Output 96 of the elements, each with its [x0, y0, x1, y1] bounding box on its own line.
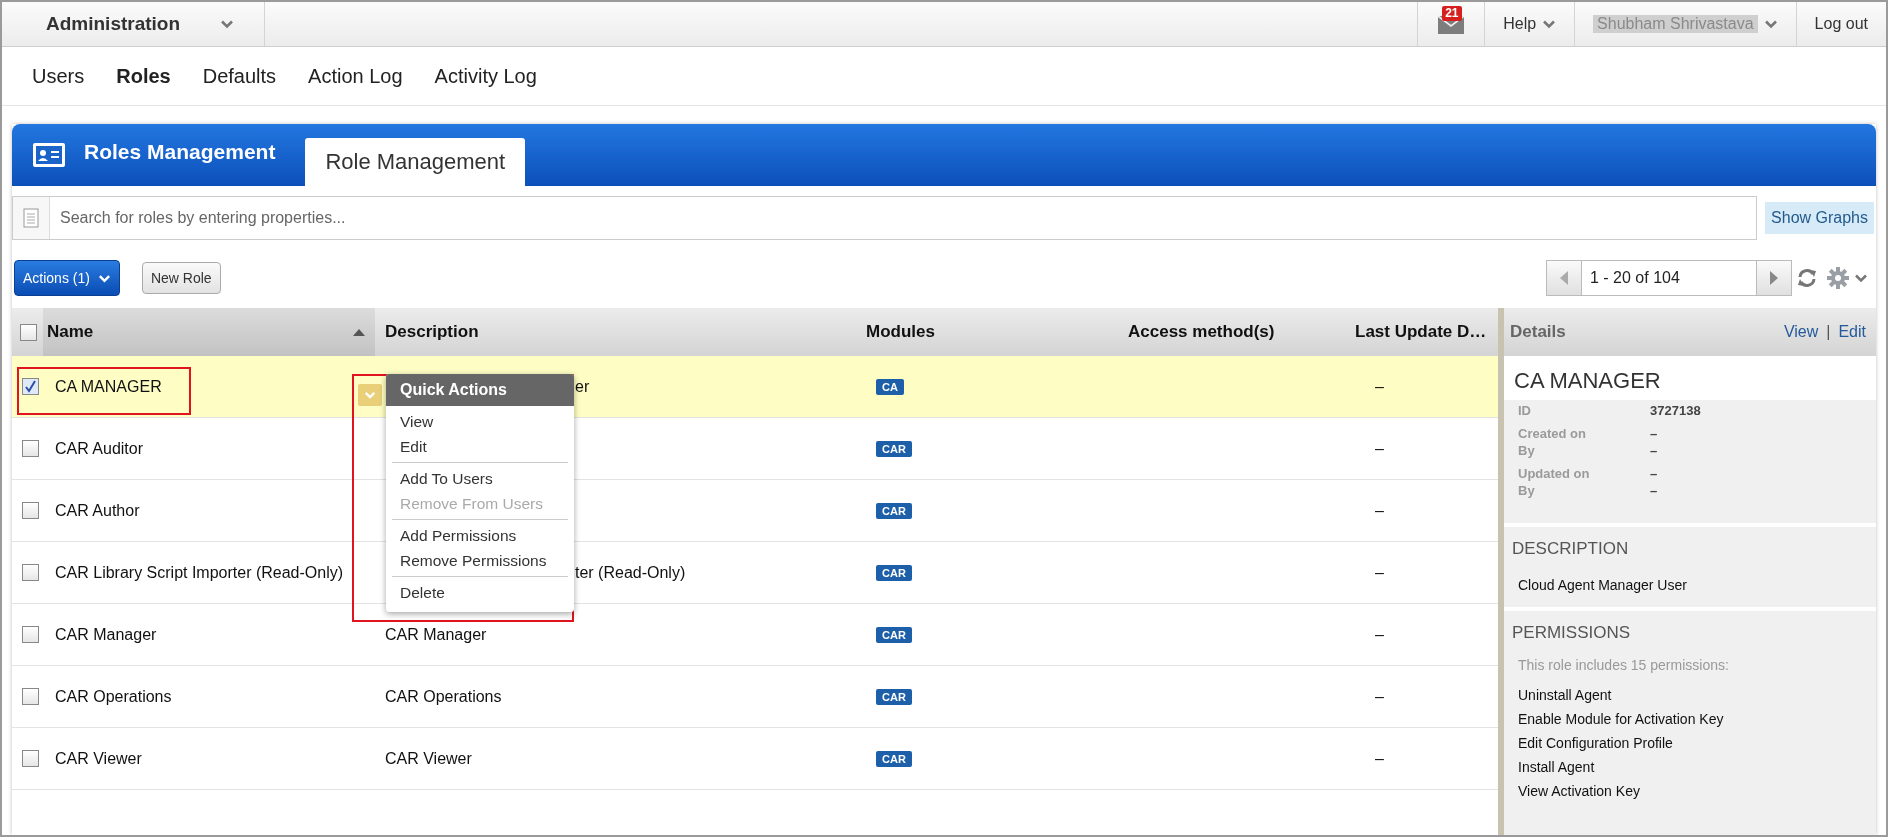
nav-tab[interactable]: Defaults: [186, 64, 293, 88]
table-cell: CAR Viewer: [55, 749, 142, 768]
select-all-checkbox[interactable]: [20, 323, 37, 341]
details-link[interactable]: View: [1783, 323, 1819, 341]
chevron-icon: [364, 389, 376, 401]
permission-item: Uninstall Agent: [1517, 686, 1613, 705]
new-role-button[interactable]: New Role: [141, 262, 221, 294]
row-checkbox[interactable]: [22, 626, 39, 643]
column-title: Name: [47, 322, 94, 342]
table-row[interactable]: CAR Manager CAR Manager CAR –: [12, 604, 1498, 666]
separator: |: [1826, 323, 1831, 341]
document-icon: [23, 208, 39, 228]
permission-item: Install Agent: [1517, 758, 1596, 777]
help-menu[interactable]: Help: [1484, 2, 1575, 46]
table-cell: CAR Author: [55, 501, 140, 520]
panel-title: Roles Management: [84, 140, 276, 165]
menu-item[interactable]: Remove Permissions: [392, 548, 568, 573]
table-cell: CAR Operations: [385, 687, 502, 706]
field-value: 3727138: [1650, 402, 1702, 419]
row-checkbox[interactable]: [22, 564, 39, 581]
row-checkbox[interactable]: [22, 378, 39, 395]
show-graphs-button[interactable]: Show Graphs: [1765, 202, 1874, 234]
previous-page-button[interactable]: [1546, 260, 1582, 296]
table-row[interactable]: CAR Viewer CAR Viewer CAR –: [12, 728, 1498, 790]
next-page-button[interactable]: [1756, 260, 1792, 296]
nav-tab[interactable]: Action Log: [292, 64, 419, 88]
section-heading: DESCRIPTION: [1512, 539, 1630, 559]
column-header[interactable]: Access method(s): [1128, 308, 1345, 356]
field-label: By: [1518, 442, 1536, 459]
table-cell: CAR Operations: [55, 687, 172, 706]
page-range-field[interactable]: 1 - 20 of 104: [1582, 260, 1756, 296]
table-cell: –: [1375, 501, 1384, 520]
table-cell: –: [1375, 439, 1384, 458]
triangle-right-icon: [1769, 271, 1779, 285]
field-label: ID: [1518, 402, 1532, 419]
details-title: Details: [1510, 322, 1566, 342]
field-label: By: [1518, 482, 1536, 499]
field-value: –: [1650, 425, 1659, 442]
nav-tab[interactable]: Roles: [100, 64, 187, 88]
permission-item: Enable Module for Activation Key: [1517, 710, 1725, 729]
module-tag: CAR: [876, 502, 912, 519]
app-switcher[interactable]: Administration: [2, 2, 266, 46]
row-checkbox[interactable]: [22, 750, 39, 767]
table-cell: CAR Manager: [385, 625, 487, 644]
table-cell: –: [1375, 563, 1384, 582]
permission-item: Edit Configuration Profile: [1517, 734, 1674, 753]
field-label: Updated on: [1518, 465, 1591, 482]
column-header[interactable]: Name: [43, 308, 375, 356]
menu-item[interactable]: Edit: [392, 434, 568, 459]
module-tag: CA: [876, 378, 904, 395]
module-tag: CAR: [876, 750, 912, 767]
permission-item: View Activation Key: [1517, 782, 1641, 801]
table-cell: CAR Viewer: [385, 749, 472, 768]
table-cell: CA MANAGER: [55, 377, 162, 396]
triangle-left-icon: [1559, 271, 1569, 285]
role-title: CA MANAGER: [1504, 356, 1876, 400]
description-text: Cloud Agent Manager User: [1517, 576, 1688, 595]
table-cell: CAR Manager: [55, 625, 157, 644]
module-tag: CAR: [876, 626, 912, 643]
section-heading: PERMISSIONS: [1512, 623, 1632, 643]
table-cell: –: [1375, 377, 1384, 396]
table-row[interactable]: CAR Operations CAR Operations CAR –: [12, 666, 1498, 728]
table-cell: ter (Read-Only): [575, 563, 686, 582]
row-checkbox[interactable]: [22, 688, 39, 705]
field-label: Created on: [1518, 425, 1587, 442]
field-value: –: [1650, 465, 1659, 482]
actions-button[interactable]: Actions (1): [14, 260, 120, 296]
column-header[interactable]: Last Update D…: [1345, 308, 1498, 356]
module-tag: CAR: [876, 564, 912, 581]
notification-badge: 21: [1442, 6, 1462, 21]
row-checkbox[interactable]: [22, 502, 39, 519]
menu-item[interactable]: Delete: [392, 580, 568, 605]
nav-tab[interactable]: Activity Log: [418, 64, 553, 88]
details-link[interactable]: Edit: [1838, 323, 1866, 341]
nav-tab[interactable]: Users: [16, 64, 101, 88]
module-tag: CAR: [876, 688, 912, 705]
column-header[interactable]: Description: [375, 308, 852, 356]
settings-icon[interactable]: [1826, 266, 1850, 290]
table-cell: er: [575, 377, 590, 396]
field-value: –: [1650, 482, 1659, 499]
table-cell: CAR Auditor: [55, 439, 144, 458]
menu-title: Quick Actions: [386, 374, 574, 406]
row-checkbox[interactable]: [22, 440, 39, 457]
logout-link[interactable]: Log out: [1795, 2, 1886, 46]
refresh-icon[interactable]: [1796, 267, 1818, 289]
table-cell: –: [1375, 749, 1384, 768]
column-header[interactable]: Modules: [852, 308, 1128, 356]
table-cell: –: [1375, 687, 1384, 706]
sort-ascending-icon[interactable]: [353, 328, 365, 336]
permissions-note: This role includes 15 permissions:: [1517, 657, 1730, 673]
field-value: –: [1650, 442, 1659, 459]
id-card-icon: [32, 141, 66, 169]
table-cell: –: [1375, 625, 1384, 644]
table-cell: CAR Library Script Importer (Read-Only): [55, 563, 344, 582]
module-tag: CAR: [876, 440, 912, 457]
panel-tab[interactable]: Role Management: [305, 138, 526, 186]
